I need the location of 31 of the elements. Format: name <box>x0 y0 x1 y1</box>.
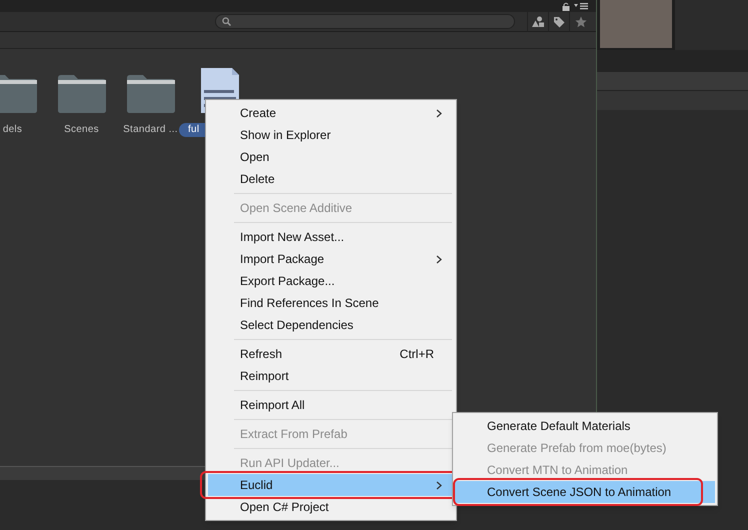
shortcut-text: Ctrl+R <box>400 346 434 363</box>
menu-item[interactable]: Open <box>208 146 454 168</box>
shapes-icon[interactable] <box>532 16 544 27</box>
menu-item[interactable]: Delete <box>208 168 454 190</box>
preview-panel <box>600 0 672 48</box>
menu-item[interactable]: Find References In Scene <box>208 292 454 314</box>
asset-label[interactable]: Scenes <box>60 123 103 137</box>
asset-label[interactable]: dels <box>0 123 26 137</box>
menu-item[interactable]: Reimport All <box>208 394 454 416</box>
star-icon[interactable] <box>574 16 586 28</box>
menu-item[interactable]: Create <box>208 102 454 124</box>
folder-icon <box>124 72 176 114</box>
search-icon <box>222 17 231 26</box>
menu-item[interactable]: Import New Asset... <box>208 226 454 248</box>
chevron-right-icon <box>436 254 442 264</box>
menu-item[interactable]: Open C# Project <box>208 496 454 518</box>
lock-icon[interactable] <box>562 2 570 10</box>
menu-item[interactable]: Refresh Ctrl+R <box>208 343 454 365</box>
submenu-item[interactable]: Convert Scene JSON to Animation <box>455 481 715 503</box>
asset-label[interactable]: Standard ... <box>119 123 182 137</box>
menu-item[interactable]: Import Package <box>208 248 454 270</box>
menu-item[interactable]: Reimport <box>208 365 454 387</box>
chevron-right-icon <box>436 480 442 490</box>
menu-icon[interactable] <box>574 2 588 10</box>
folder-icon <box>56 72 108 114</box>
chevron-right-icon <box>436 108 442 118</box>
menu-item[interactable]: Export Package... <box>208 270 454 292</box>
search-field[interactable] <box>215 14 515 29</box>
menu-item[interactable]: Select Dependencies <box>208 314 454 336</box>
tag-icon[interactable] <box>553 16 565 28</box>
submenu-item[interactable]: Generate Default Materials <box>455 415 715 437</box>
